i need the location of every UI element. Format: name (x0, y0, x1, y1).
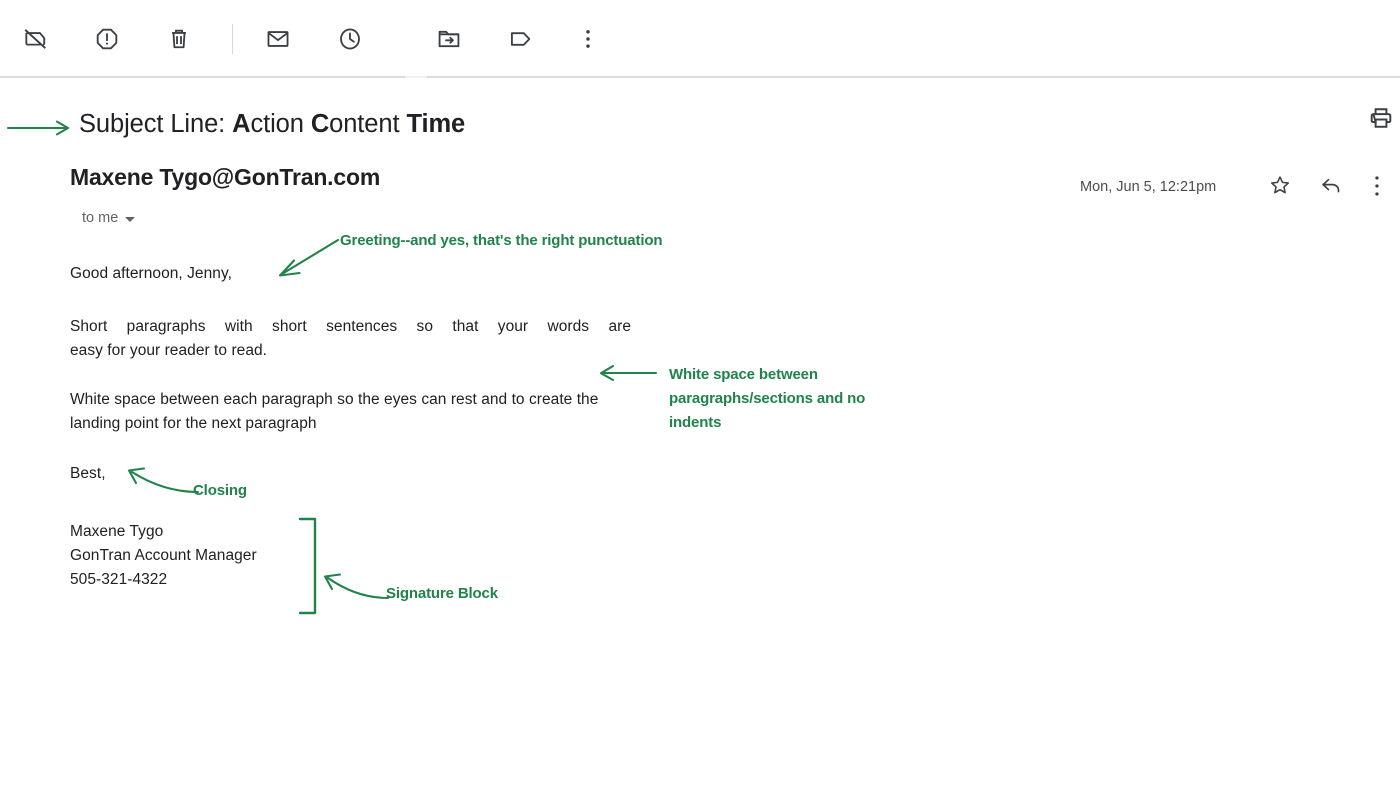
annotation-whitespace-line-1: White space between (669, 363, 921, 387)
signature-phone: 505-321-4322 (70, 568, 257, 592)
annotation-bracket-signature (296, 515, 326, 620)
archive-off-icon[interactable] (17, 21, 53, 57)
email-paragraph-1-line-2: easy for your reader to read. (70, 339, 631, 363)
subject-token-action-rest: ction (250, 110, 310, 138)
report-spam-icon[interactable] (89, 21, 125, 57)
recipient-dropdown[interactable]: to me (82, 210, 135, 226)
email-paragraph-1: Short paragraphs with short sentences so… (70, 315, 631, 363)
annotation-arrow-greeting (270, 234, 350, 284)
subject-token-action-initial: A (232, 110, 250, 138)
annotation-greeting-label: Greeting--and yes, that's the right punc… (340, 229, 662, 253)
mark-unread-icon[interactable] (260, 21, 296, 57)
message-toolbar (0, 0, 1400, 77)
more-options-icon[interactable] (570, 21, 606, 57)
subject-token-content-rest: ontent (329, 110, 406, 138)
signature-title: GonTran Account Manager (70, 544, 257, 568)
annotation-closing-label: Closing (193, 479, 247, 503)
snooze-icon[interactable] (332, 21, 368, 57)
chevron-down-icon (125, 217, 135, 222)
toolbar-divider (0, 76, 1400, 78)
page-title: Subject Line: Action Content Time (79, 110, 465, 139)
email-paragraph-2: White space between each paragraph so th… (70, 388, 645, 436)
message-timestamp: Mon, Jun 5, 12:21pm (1080, 179, 1216, 195)
annotation-whitespace-line-3: indents (669, 411, 921, 435)
annotation-whitespace-label: White space between paragraphs/sections … (669, 363, 921, 435)
move-to-icon[interactable] (431, 21, 467, 57)
email-closing: Best, (70, 462, 106, 486)
annotation-whitespace-line-2: paragraphs/sections and no (669, 387, 921, 411)
annotation-arrow-subject (0, 108, 80, 148)
email-signature-block: Maxene Tygo GonTran Account Manager 505-… (70, 520, 257, 592)
recipient-label: to me (82, 210, 118, 226)
annotation-arrow-whitespace (594, 360, 664, 390)
reply-icon[interactable] (1320, 174, 1342, 196)
subject-token-time: Time (406, 110, 465, 138)
label-icon[interactable] (503, 21, 539, 57)
toolbar-divider-gap (405, 76, 427, 78)
email-paragraph-1-line-1: Short paragraphs with short sentences so… (70, 315, 631, 339)
sender-name[interactable]: Maxene Tygo@GonTran.com (70, 164, 380, 191)
signature-name: Maxene Tygo (70, 520, 257, 544)
delete-icon[interactable] (161, 21, 197, 57)
print-icon[interactable] (1368, 105, 1394, 131)
annotation-signature-label: Signature Block (386, 582, 498, 606)
star-icon[interactable] (1269, 174, 1291, 196)
subject-token-content-initial: C (311, 110, 329, 138)
more-options-icon-header[interactable] (1374, 175, 1380, 197)
annotation-arrow-signature (316, 566, 396, 606)
toolbar-separator (232, 24, 233, 54)
email-greeting: Good afternoon, Jenny, (70, 262, 232, 286)
subject-prefix: Subject Line: (79, 110, 232, 138)
